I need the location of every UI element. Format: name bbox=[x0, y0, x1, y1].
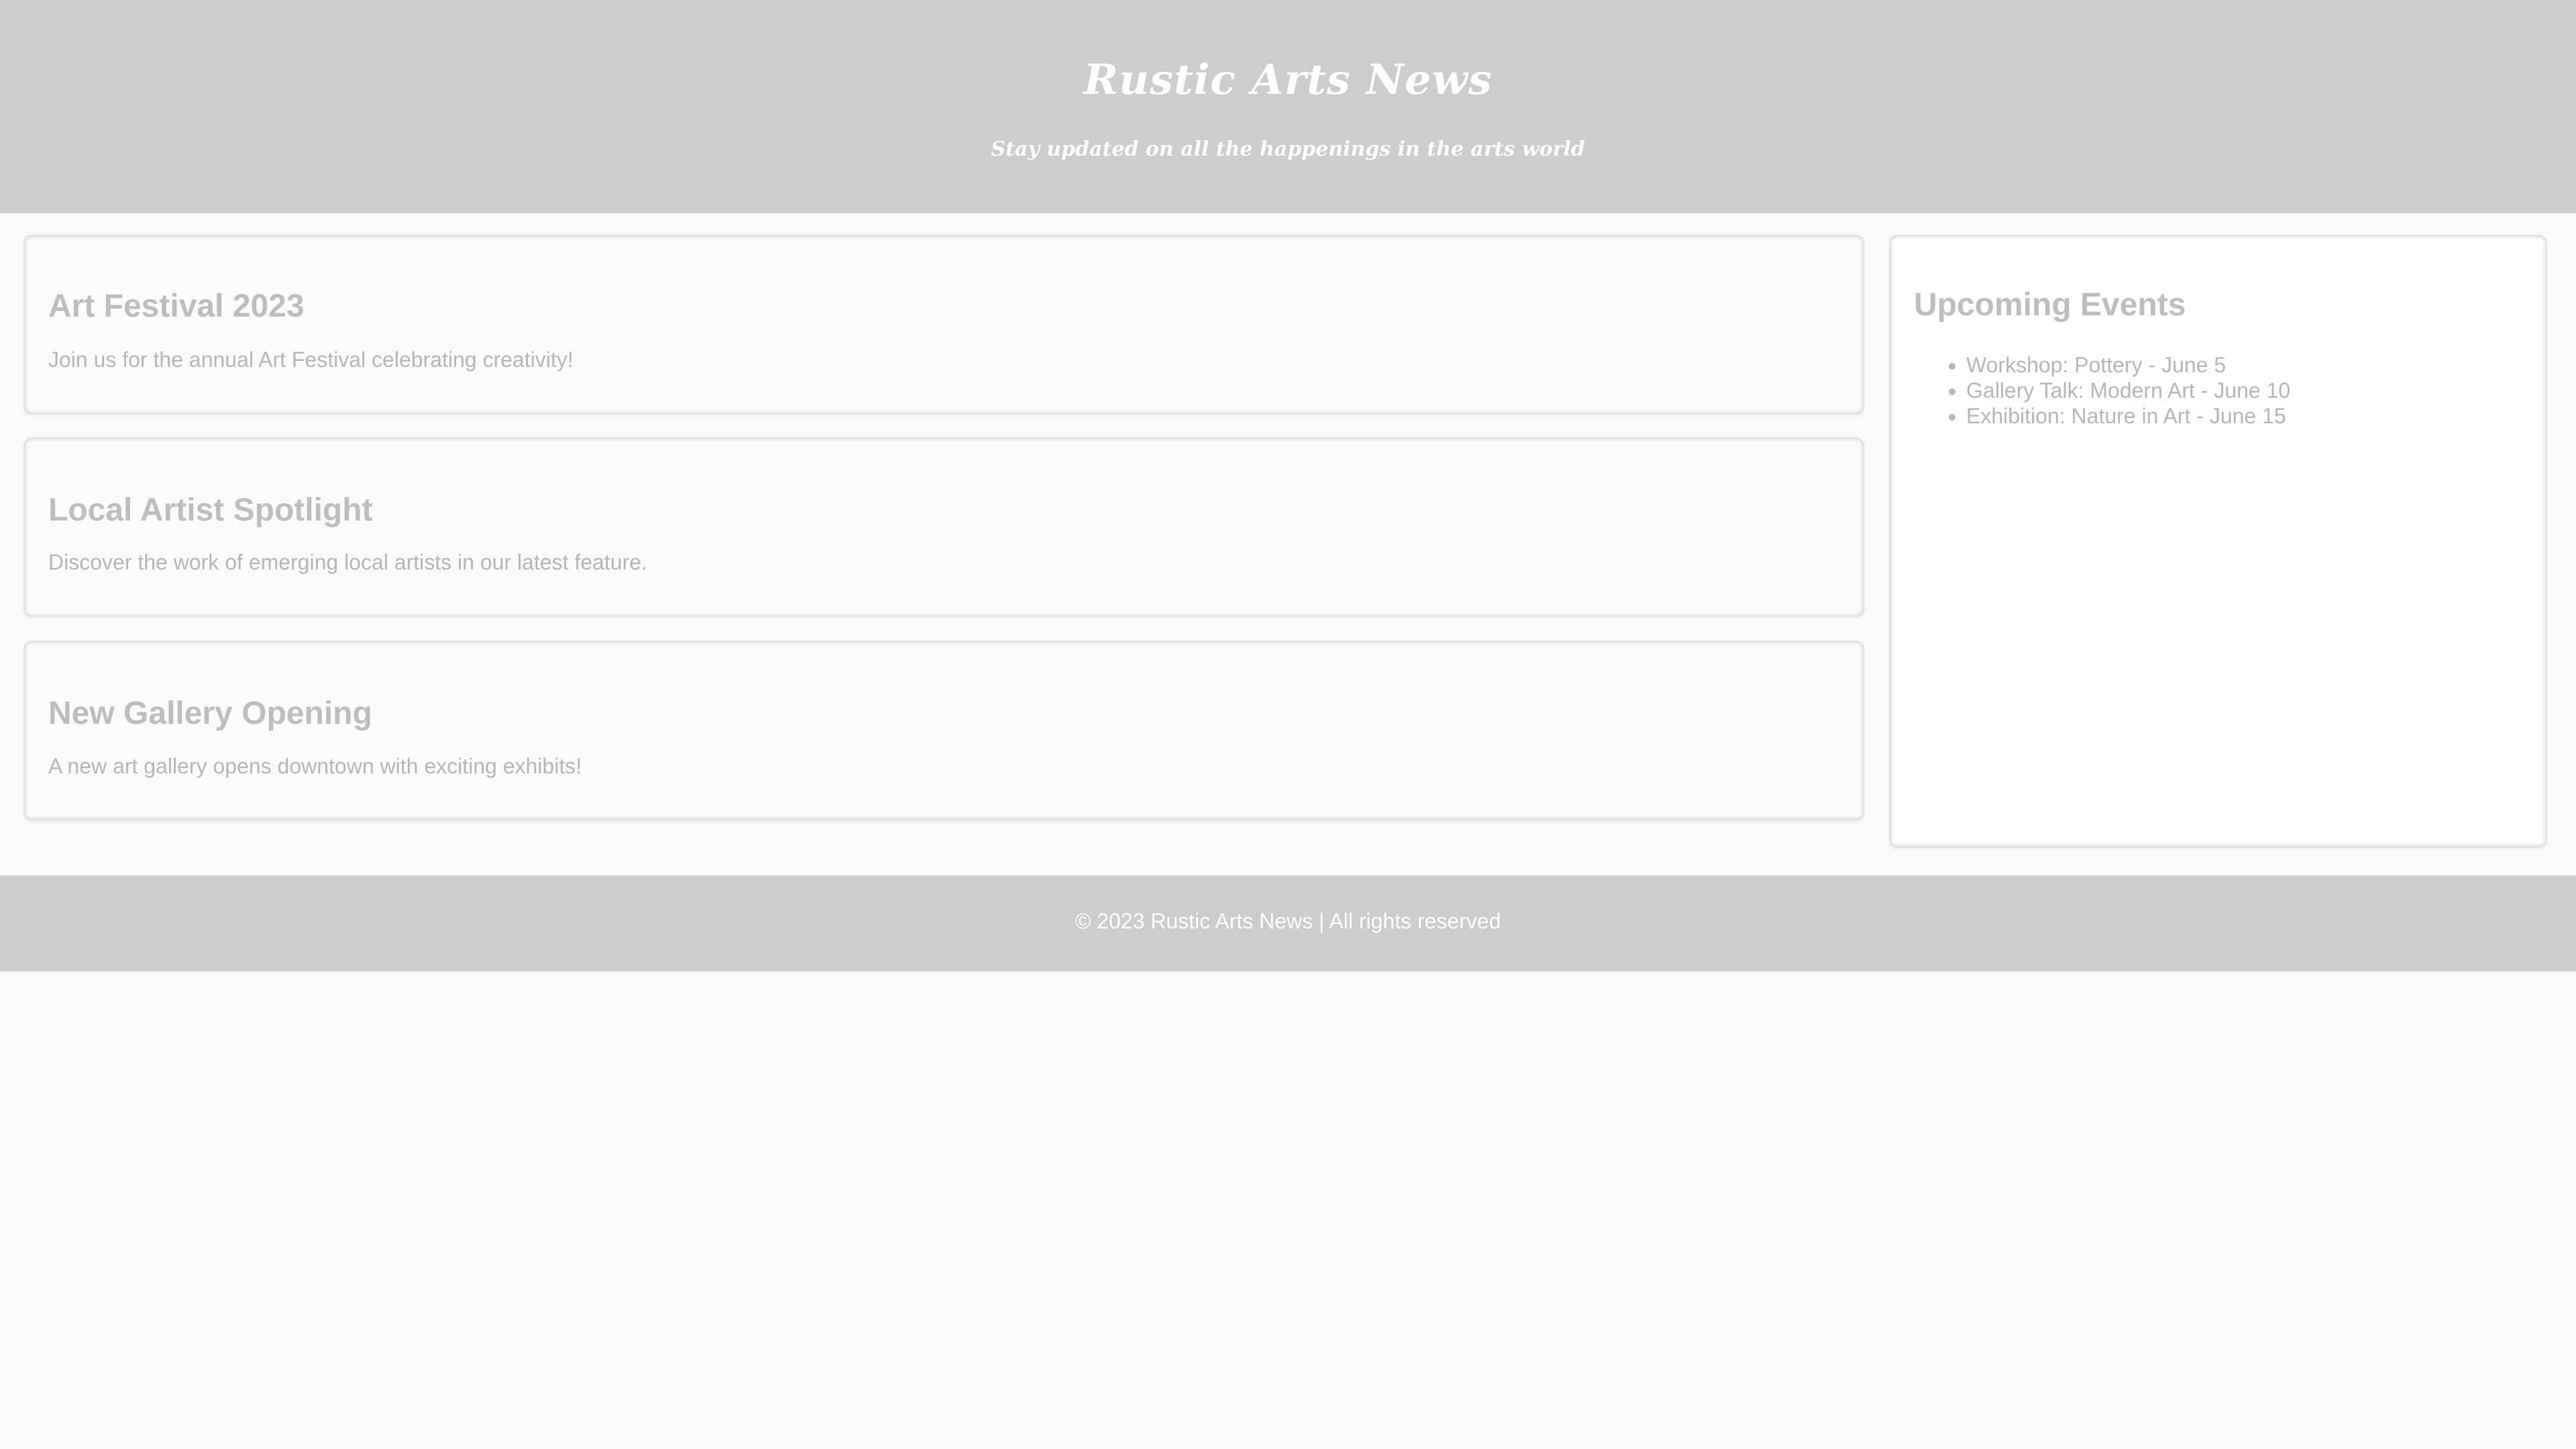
event-item: Exhibition: Nature in Art - June 15 bbox=[1966, 403, 2290, 429]
upcoming-events-sidebar: Upcoming Events Workshop: Pottery - June… bbox=[1889, 235, 2547, 848]
event-item: Gallery Talk: Modern Art - June 10 bbox=[1966, 378, 2290, 403]
event-item: Workshop: Pottery - June 5 bbox=[1966, 352, 2290, 378]
sidebar-title: Upcoming Events bbox=[1914, 287, 2186, 323]
article-summary: Join us for the annual Art Festival cele… bbox=[48, 347, 574, 372]
article-card: Art Festival 2023 Join us for the annual… bbox=[23, 235, 1864, 415]
article-card: Local Artist Spotlight Discover the work… bbox=[23, 437, 1864, 617]
site-title: Rustic Arts News bbox=[1083, 55, 1493, 104]
article-title: Local Artist Spotlight bbox=[48, 492, 373, 528]
site-footer: © 2023 Rustic Arts News | All rights res… bbox=[0, 875, 2576, 971]
site-header: Rustic Arts News Stay updated on all the… bbox=[0, 0, 2576, 213]
article-card: New Gallery Opening A new art gallery op… bbox=[23, 641, 1864, 820]
article-title: Art Festival 2023 bbox=[48, 288, 305, 324]
footer-copyright: © 2023 Rustic Arts News | All rights res… bbox=[1075, 909, 1501, 933]
article-summary: Discover the work of emerging local arti… bbox=[48, 550, 647, 574]
events-list: Workshop: Pottery - June 5 Gallery Talk:… bbox=[1937, 352, 2290, 429]
article-summary: A new art gallery opens downtown with ex… bbox=[48, 754, 582, 778]
article-title: New Gallery Opening bbox=[48, 696, 372, 731]
site-tagline: Stay updated on all the happenings in th… bbox=[991, 138, 1585, 161]
